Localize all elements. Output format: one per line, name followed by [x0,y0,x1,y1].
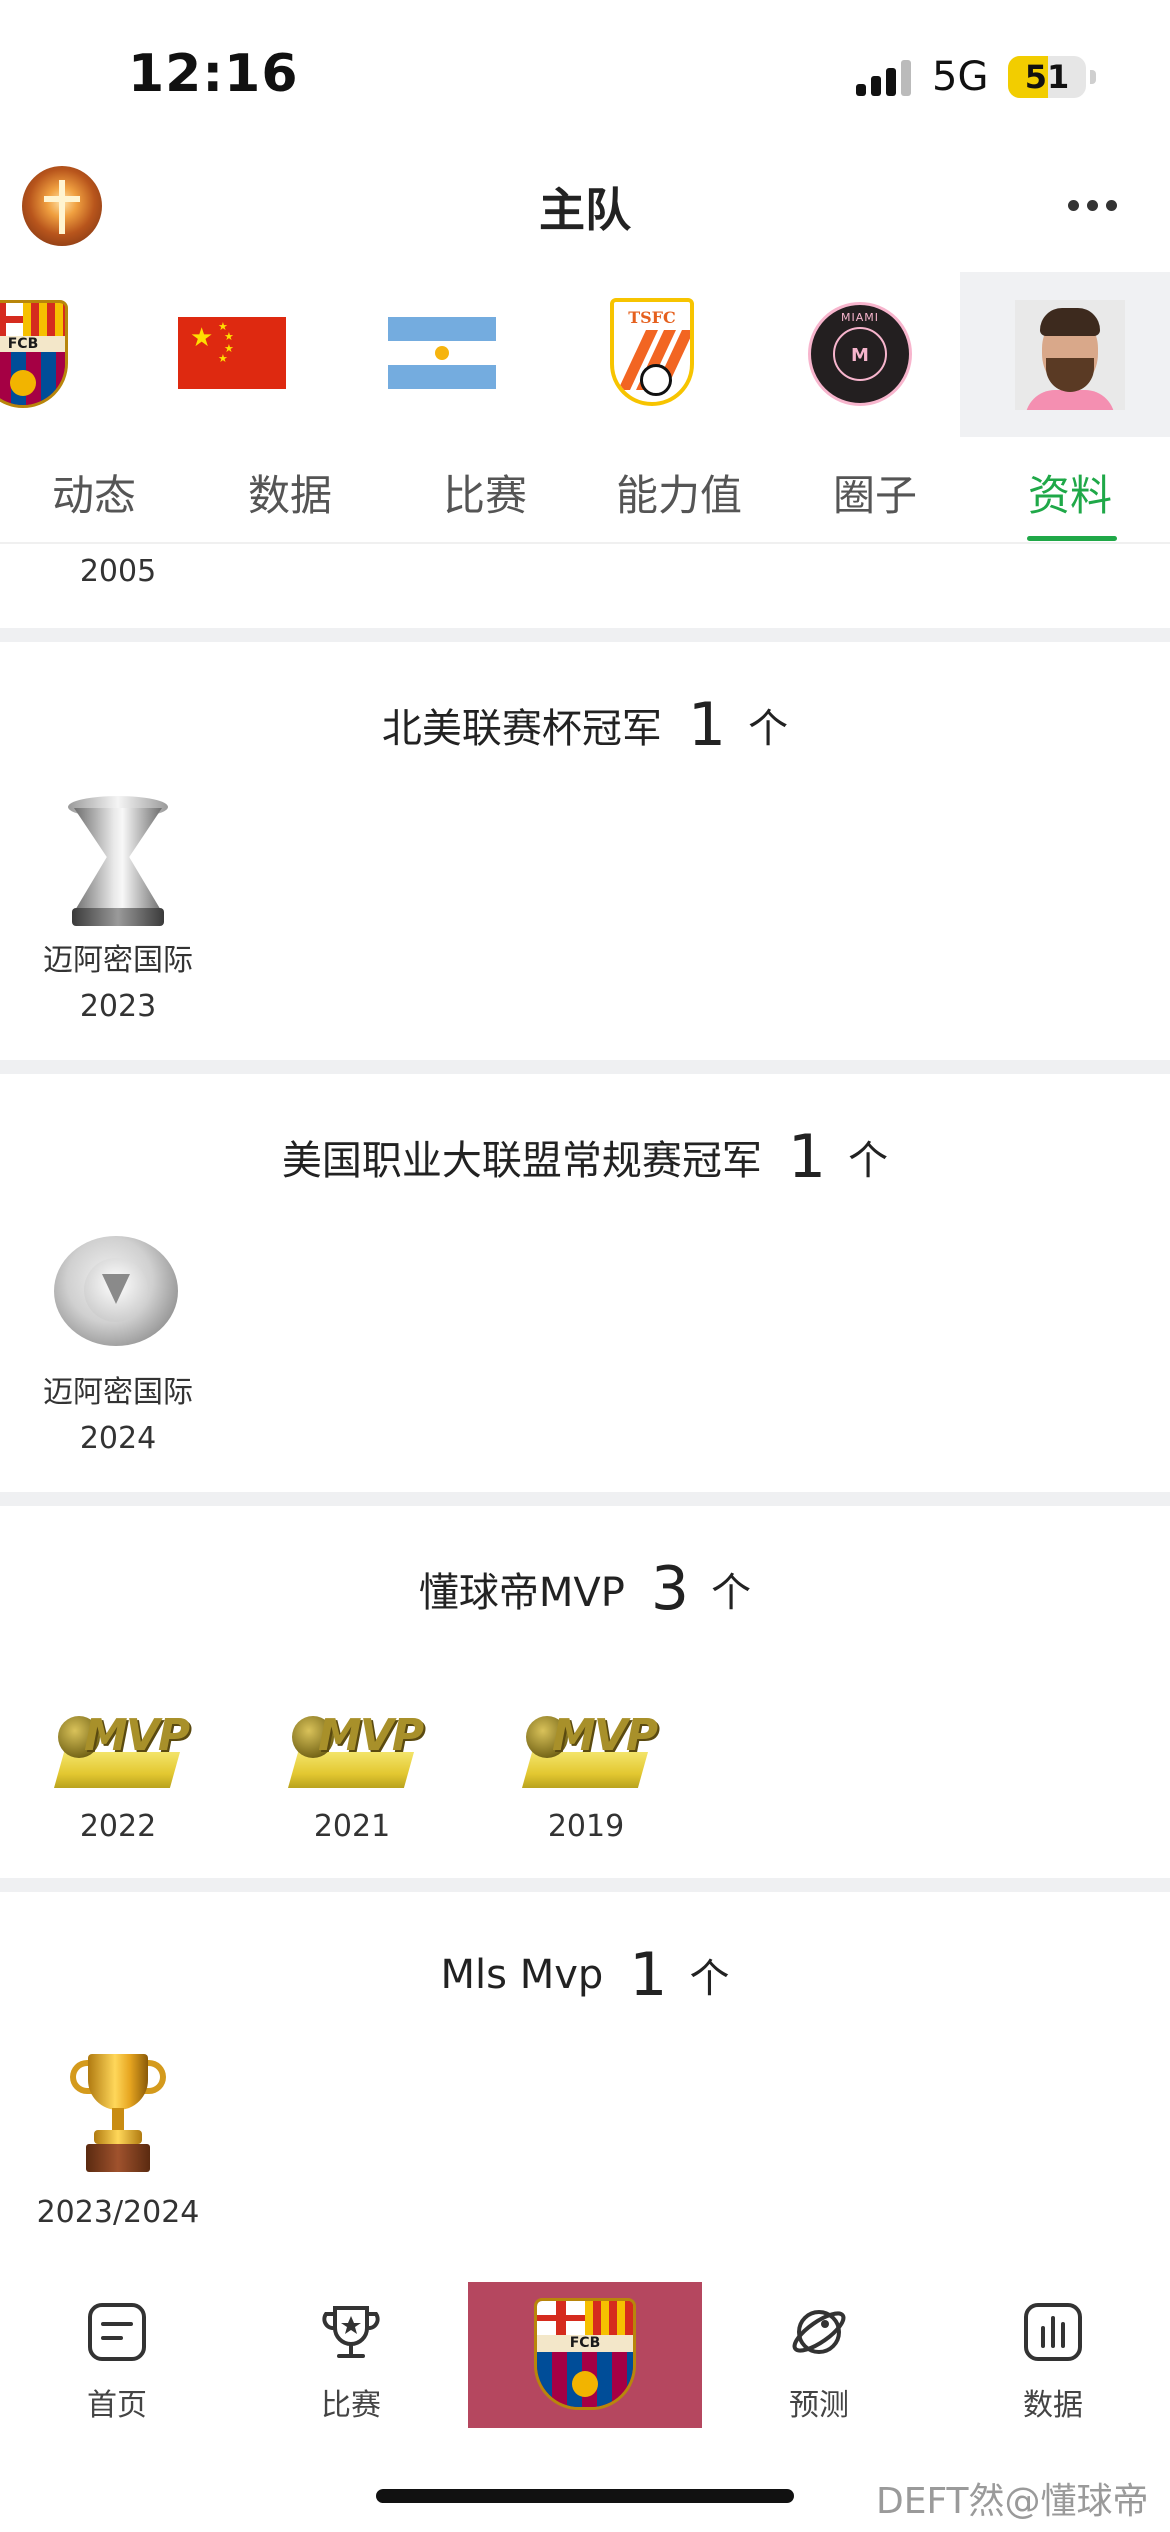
section-unit: 个 [689,1956,730,2002]
trophy-team: 迈阿密国际 [43,943,193,978]
tab-bar: 动态 数据 比赛 能力值 圈子 资料 [0,440,1170,544]
bar-chart-icon [1024,2303,1082,2361]
tsfc-crest-icon: TSFC [610,298,694,406]
trophy-year: 2023 [79,989,157,1024]
nav-label: 数据 [1023,2388,1083,2423]
section-title-leagues-cup: 北美联赛杯冠军 1 个 [0,690,1170,760]
section-name: Mls Mvp [440,1952,604,1998]
trophy-label: 迈阿密国际 2024 [0,1370,236,1462]
team-selector: FCB ★ ★ ★ ★ ★ TSFC MIAMI M [0,272,1170,437]
gold-cup-trophy-icon[interactable] [68,2050,168,2174]
trophy-text: MVP [552,1710,658,1761]
section-name: 懂球帝MVP [418,1570,625,1616]
trophy-label: 迈阿密国际 2023 [0,938,236,1030]
section-name: 北美联赛杯冠军 [381,706,662,752]
more-dots-icon[interactable] [1068,200,1118,212]
crest-monogram: M [851,345,869,366]
team-item-barcelona[interactable]: FCB [0,272,110,437]
trophy-year: 2024 [79,1421,157,1456]
nav-label: 预测 [789,2388,849,2423]
crest-text: TSFC [628,308,676,327]
trophy-year: 2019 [547,1809,625,1844]
header: 主队 [0,160,1170,260]
leagues-cup-trophy-icon[interactable] [68,796,168,926]
section-count: 3 [650,1554,690,1624]
team-item-china[interactable]: ★ ★ ★ ★ ★ [130,272,334,437]
team-item-tsfc[interactable]: TSFC [550,272,754,437]
section-count: 1 [629,1940,668,2010]
mvp-trophy-icon[interactable]: MVP [288,1706,424,1792]
supporters-shield-trophy-icon[interactable] [54,1236,178,1346]
inter-miami-crest-icon: MIAMI M [808,302,912,406]
planet-icon [792,2310,846,2354]
china-flag-icon: ★ ★ ★ ★ ★ [178,317,286,389]
section-divider [0,628,1170,642]
nav-label: 比赛 [321,2388,381,2423]
section-divider [0,1060,1170,1074]
nav-center-team[interactable]: FCB [468,2282,702,2428]
bottom-nav: 首页 比赛 FCB 预测 数据 [0,2282,1170,2432]
crest-text: MIAMI [841,311,879,324]
argentina-flag-icon [388,317,496,389]
trophy-year: 2021 [313,1809,391,1844]
home-indicator[interactable] [376,2489,794,2503]
previous-year-label: 2005 [79,554,157,589]
trophy-team: 迈阿密国际 [43,1375,193,1410]
nav-data[interactable]: 数据 [936,2282,1170,2432]
tab-news[interactable]: 动态 [52,462,136,523]
trophy-text: MVP [84,1710,190,1761]
tab-stats[interactable]: 数据 [248,462,332,523]
nav-home[interactable]: 首页 [0,2282,234,2432]
section-count: 1 [687,690,727,760]
trophy-star-icon [322,2306,380,2358]
trophy-year: 2023/2024 [36,2195,200,2230]
player-photo [1015,300,1125,410]
section-name: 美国职业大联盟常规赛冠军 [281,1138,762,1184]
crest-text: FCB [0,335,65,352]
battery-nub [1090,70,1096,84]
status-bar: 12:16 5G 51 [0,0,1170,150]
status-time: 12:16 [128,44,299,104]
section-count: 1 [787,1122,827,1192]
watermark: DEFT然@懂球帝 [876,2481,1149,2522]
team-item-inter-miami[interactable]: MIAMI M [760,272,964,437]
section-divider [0,1492,1170,1506]
nav-predict[interactable]: 预测 [702,2282,936,2432]
battery-level: 51 [1024,58,1070,96]
network-type: 5G [932,54,989,100]
section-unit: 个 [711,1570,752,1616]
nav-label: 首页 [87,2388,147,2423]
barcelona-crest-icon: FCB [0,300,68,408]
section-title-dongqiudi-mvp: 懂球帝MVP 3 个 [0,1554,1170,1624]
tab-active-indicator [1027,536,1117,541]
battery-icon: 51 [1008,56,1086,98]
signal-strength-icon [856,60,916,96]
mvp-trophy-icon[interactable]: MVP [54,1706,190,1792]
tab-ability[interactable]: 能力值 [616,462,742,523]
team-item-argentina[interactable] [340,272,544,437]
team-item-player[interactable] [960,272,1170,437]
section-unit: 个 [848,1138,889,1184]
trophy-text: MVP [318,1710,424,1761]
trophy-year: 2022 [79,1809,157,1844]
home-doc-icon [88,2303,146,2361]
page-title: 主队 [539,183,631,237]
barcelona-crest-icon: FCB [534,2298,636,2410]
section-unit: 个 [748,706,789,752]
nav-matches[interactable]: 比赛 [234,2282,468,2432]
section-title-mls-mvp: Mls Mvp 1 个 [0,1940,1170,2010]
tab-circle[interactable]: 圈子 [833,462,917,523]
section-title-mls-regular-season: 美国职业大联盟常规赛冠军 1 个 [0,1122,1170,1192]
crest-text: FCB [537,2334,633,2352]
tab-matches[interactable]: 比赛 [443,462,527,523]
mvp-trophy-icon[interactable]: MVP [522,1706,658,1792]
section-divider [0,1878,1170,1892]
tab-profile[interactable]: 资料 [1028,462,1112,523]
